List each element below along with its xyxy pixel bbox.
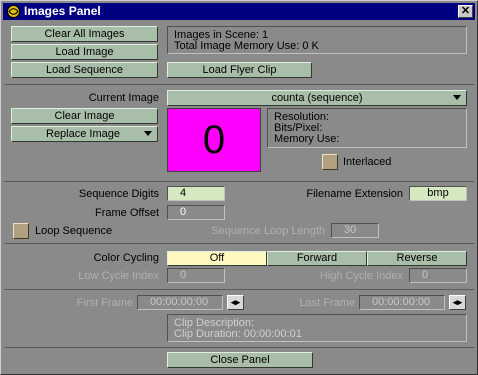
frame-offset-field[interactable]: 0: [167, 205, 225, 220]
images-panel-window: Images Panel ✕ Clear All Images Load Ima…: [0, 0, 478, 375]
interlaced-label: Interlaced: [343, 156, 392, 168]
chevron-down-icon: [453, 95, 461, 100]
first-frame-spin-icon[interactable]: ◂▸: [227, 295, 244, 310]
loop-sequence-checkbox[interactable]: [13, 223, 29, 239]
color-cycling-reverse-button[interactable]: Reverse: [367, 251, 467, 266]
divider-2: [4, 181, 474, 182]
replace-image-button[interactable]: Replace Image: [11, 126, 158, 142]
total-memory-text: Total Image Memory Use: 0 K: [174, 40, 319, 52]
replace-image-label: Replace Image: [46, 128, 120, 140]
divider-3: [4, 243, 474, 244]
sequence-loop-length-field: 30: [331, 223, 379, 238]
filename-extension-field[interactable]: bmp: [409, 186, 467, 201]
current-image-value: counta (sequence): [271, 92, 363, 104]
color-cycling-forward-button[interactable]: Forward: [267, 251, 367, 266]
color-cycling-off-button[interactable]: Off: [167, 251, 267, 266]
low-cycle-index-field: 0: [167, 268, 225, 283]
clear-all-images-button[interactable]: Clear All Images: [11, 26, 158, 42]
high-cycle-index-label: High Cycle Index: [319, 270, 403, 282]
frame-offset-label: Frame Offset: [95, 207, 159, 219]
load-image-button[interactable]: Load Image: [11, 44, 158, 60]
current-image-label: Current Image: [88, 92, 159, 104]
color-cycling-label: Color Cycling: [93, 252, 159, 264]
divider-1: [4, 84, 474, 85]
divider-4: [4, 289, 474, 290]
divider-5: [4, 347, 474, 348]
load-sequence-button[interactable]: Load Sequence: [11, 62, 158, 78]
current-image-select[interactable]: counta (sequence): [167, 90, 467, 106]
close-panel-button[interactable]: Close Panel: [167, 352, 313, 368]
memory-use-label: Memory Use:: [274, 133, 340, 145]
sequence-digits-label: Sequence Digits: [78, 188, 159, 200]
sequence-digits-field[interactable]: 4: [167, 186, 225, 201]
clip-info-box: Clip Description: Clip Duration: 00:00:0…: [167, 314, 467, 342]
chevron-down-icon: [144, 131, 152, 136]
load-flyer-clip-button[interactable]: Load Flyer Clip: [167, 62, 312, 78]
last-frame-label: Last Frame: [299, 297, 355, 309]
window-title: Images Panel: [24, 4, 101, 18]
image-preview: 0: [167, 108, 261, 172]
title-bar[interactable]: Images Panel ✕: [3, 3, 475, 20]
scene-info-box: Images in Scene: 1 Total Image Memory Us…: [167, 26, 467, 54]
clip-duration-label: Clip Duration: 00:00:00:01: [174, 328, 302, 340]
sequence-loop-length-label: Sequence Loop Length: [211, 225, 325, 237]
high-cycle-index-field: 0: [409, 268, 467, 283]
clear-image-button[interactable]: Clear Image: [11, 108, 158, 124]
interlaced-checkbox[interactable]: [322, 154, 338, 170]
close-icon[interactable]: ✕: [458, 5, 473, 18]
last-frame-spin-icon[interactable]: ◂▸: [449, 295, 466, 310]
app-icon: [7, 5, 20, 18]
image-details-box: Resolution: Bits/Pixel: Memory Use:: [267, 108, 467, 148]
first-frame-label: First Frame: [76, 297, 133, 309]
loop-sequence-label: Loop Sequence: [35, 225, 113, 237]
last-frame-field: 00:00:00:00: [359, 295, 445, 310]
first-frame-field: 00:00:00:00: [137, 295, 223, 310]
low-cycle-index-label: Low Cycle Index: [78, 270, 159, 282]
filename-extension-label: Filename Extension: [306, 188, 403, 200]
